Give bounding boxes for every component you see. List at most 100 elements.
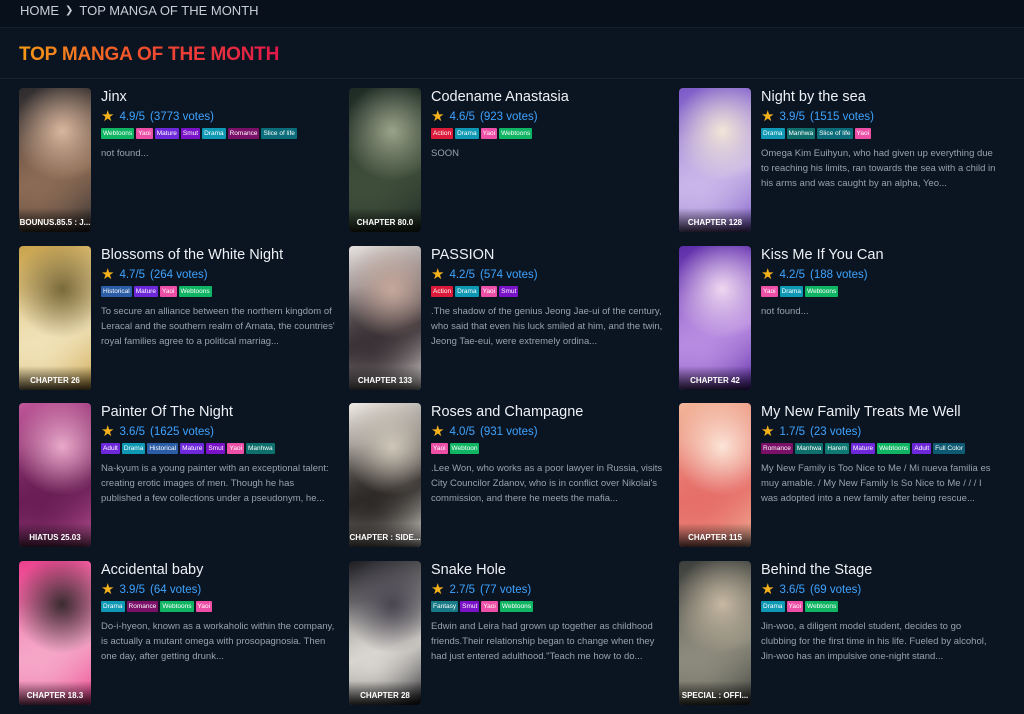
genre-tag[interactable]: Drama: [121, 443, 146, 454]
genre-tag[interactable]: Action: [431, 128, 454, 139]
genre-tag[interactable]: Harem: [825, 443, 849, 454]
manga-cover-image[interactable]: CHAPTER 26: [19, 246, 91, 390]
manga-card[interactable]: CHAPTER 128 Night by the sea ★ 3.9/5 (1515 v…: [679, 88, 999, 234]
manga-cover-image[interactable]: CHAPTER 28: [349, 561, 421, 705]
manga-card[interactable]: CHAPTER 42 Kiss Me If You Can ★ 4.2/5 (188 v…: [679, 246, 999, 392]
manga-cover-image[interactable]: CHAPTER 42: [679, 246, 751, 390]
chapter-label[interactable]: CHAPTER 18.3: [19, 681, 91, 705]
genre-tag[interactable]: Adult: [101, 443, 120, 454]
genre-tag[interactable]: Webtoons: [101, 128, 135, 139]
manga-cover-image[interactable]: CHAPTER 18.3: [19, 561, 91, 705]
genre-tag[interactable]: Romance: [227, 128, 260, 139]
genre-tag[interactable]: Drama: [202, 128, 226, 139]
manga-cover-image[interactable]: CHAPTER : SIDE...: [349, 403, 421, 547]
genre-tag[interactable]: Yaoi: [195, 601, 213, 612]
manga-title[interactable]: Roses and Champagne: [431, 404, 667, 420]
genre-tag[interactable]: Historical: [101, 286, 132, 297]
chapter-label[interactable]: CHAPTER 133: [349, 366, 421, 390]
genre-tag[interactable]: Smut: [499, 286, 519, 297]
manga-title[interactable]: PASSION: [431, 247, 667, 263]
manga-card[interactable]: SPECIAL : OFFI... Behind the Stage ★ 3.6/5 (…: [679, 561, 999, 707]
genre-tag[interactable]: Webtoons: [805, 286, 839, 297]
genre-tag[interactable]: Historical: [147, 443, 179, 454]
manga-card[interactable]: CHAPTER 26 Blossoms of the White Night ★ 4.…: [19, 246, 339, 392]
manga-cover-image[interactable]: CHAPTER 128: [679, 88, 751, 232]
chapter-label[interactable]: CHAPTER : SIDE...: [349, 523, 421, 547]
genre-tag[interactable]: Yaoi: [136, 128, 153, 139]
manga-cover-image[interactable]: CHAPTER 133: [349, 246, 421, 390]
chapter-label[interactable]: CHAPTER 80.0: [349, 208, 421, 232]
genre-tag[interactable]: Webtoons: [160, 601, 194, 612]
genre-tag[interactable]: Slice of life: [261, 128, 297, 139]
genre-tag[interactable]: Smut: [460, 601, 480, 612]
manga-title[interactable]: Kiss Me If You Can: [761, 247, 997, 263]
genre-tag[interactable]: Slice of life: [817, 128, 853, 139]
chapter-label[interactable]: SPECIAL : OFFI...: [679, 681, 751, 705]
manga-title[interactable]: Blossoms of the White Night: [101, 247, 337, 263]
manga-cover-image[interactable]: HIATUS 25.03: [19, 403, 91, 547]
chapter-label[interactable]: CHAPTER 26: [19, 366, 91, 390]
genre-tag[interactable]: Manhwa: [246, 443, 275, 454]
manga-title[interactable]: Codename Anastasia: [431, 89, 667, 105]
genre-tag[interactable]: Yaoi: [480, 286, 498, 297]
genre-tag[interactable]: Action: [431, 286, 454, 297]
manga-card[interactable]: CHAPTER : SIDE... Roses and Champagne ★ 4.0…: [349, 403, 669, 549]
genre-tag[interactable]: Manhwa: [786, 128, 816, 139]
genre-tag[interactable]: Adult: [912, 443, 932, 454]
genre-tag[interactable]: Drama: [455, 286, 479, 297]
manga-title[interactable]: Accidental baby: [101, 562, 337, 578]
genre-tag[interactable]: Yaoi: [159, 286, 177, 297]
manga-card[interactable]: BOUNUS.85.5 : J... Jinx ★ 4.9/5 (3773 votes)…: [19, 88, 339, 234]
chapter-label[interactable]: CHAPTER 128: [679, 208, 751, 232]
genre-tag[interactable]: Romance: [761, 443, 793, 454]
genre-tag[interactable]: Webtoons: [499, 601, 533, 612]
genre-tag[interactable]: Fantasy: [431, 601, 459, 612]
manga-title[interactable]: Painter Of The Night: [101, 404, 337, 420]
manga-cover-image[interactable]: CHAPTER 115: [679, 403, 751, 547]
genre-tag[interactable]: Webtoons: [805, 601, 839, 612]
manga-title[interactable]: Snake Hole: [431, 562, 667, 578]
manga-cover-image[interactable]: SPECIAL : OFFI...: [679, 561, 751, 705]
manga-card[interactable]: HIATUS 25.03 Painter Of The Night ★ 3.6/5 (1…: [19, 403, 339, 549]
manga-card[interactable]: CHAPTER 80.0 Codename Anastasia ★ 4.6/5 (923…: [349, 88, 669, 234]
genre-tag[interactable]: Yaoi: [480, 128, 498, 139]
genre-tag[interactable]: Mature: [850, 443, 876, 454]
genre-tag[interactable]: Drama: [761, 128, 785, 139]
genre-tag[interactable]: Smut: [180, 128, 201, 139]
manga-title[interactable]: Jinx: [101, 89, 337, 105]
genre-tag[interactable]: Smut: [206, 443, 226, 454]
manga-card[interactable]: CHAPTER 28 Snake Hole ★ 2.7/5 (77 votes) Fant…: [349, 561, 669, 707]
genre-tag[interactable]: Mature: [180, 443, 205, 454]
manga-cover-image[interactable]: CHAPTER 80.0: [349, 88, 421, 232]
manga-card[interactable]: CHAPTER 115 My New Family Treats Me Well ★…: [679, 403, 999, 549]
genre-tag[interactable]: Drama: [455, 128, 479, 139]
genre-tag[interactable]: Full Color: [933, 443, 965, 454]
genre-tag[interactable]: Webtoons: [178, 286, 212, 297]
genre-tag[interactable]: Yaoi: [761, 286, 778, 297]
genre-tag[interactable]: Mature: [154, 128, 179, 139]
genre-tag[interactable]: Yaoi: [227, 443, 245, 454]
chapter-label[interactable]: CHAPTER 42: [679, 366, 751, 390]
manga-title[interactable]: My New Family Treats Me Well: [761, 404, 997, 420]
genre-tag[interactable]: Yaoi: [854, 128, 872, 139]
genre-tag[interactable]: Webtoons: [877, 443, 911, 454]
chapter-label[interactable]: HIATUS 25.03: [19, 523, 91, 547]
breadcrumb-home-link[interactable]: HOME: [20, 3, 59, 18]
genre-tag[interactable]: Yaoi: [786, 601, 804, 612]
genre-tag[interactable]: Mature: [133, 286, 158, 297]
manga-card[interactable]: CHAPTER 133 PASSION ★ 4.2/5 (574 votes) Actio…: [349, 246, 669, 392]
manga-title[interactable]: Behind the Stage: [761, 562, 997, 578]
manga-card[interactable]: CHAPTER 18.3 Accidental baby ★ 3.9/5 (64 vot…: [19, 561, 339, 707]
genre-tag[interactable]: Drama: [101, 601, 125, 612]
genre-tag[interactable]: Romance: [126, 601, 159, 612]
genre-tag[interactable]: Manhwa: [794, 443, 824, 454]
chapter-label[interactable]: CHAPTER 28: [349, 681, 421, 705]
chapter-label[interactable]: CHAPTER 115: [679, 523, 751, 547]
genre-tag[interactable]: Yaoi: [481, 601, 498, 612]
genre-tag[interactable]: Drama: [761, 601, 785, 612]
genre-tag[interactable]: Webtoon: [449, 443, 480, 454]
genre-tag[interactable]: Yaoi: [431, 443, 448, 454]
chapter-label[interactable]: BOUNUS.85.5 : J...: [19, 208, 91, 232]
genre-tag[interactable]: Drama: [779, 286, 804, 297]
manga-title[interactable]: Night by the sea: [761, 89, 997, 105]
